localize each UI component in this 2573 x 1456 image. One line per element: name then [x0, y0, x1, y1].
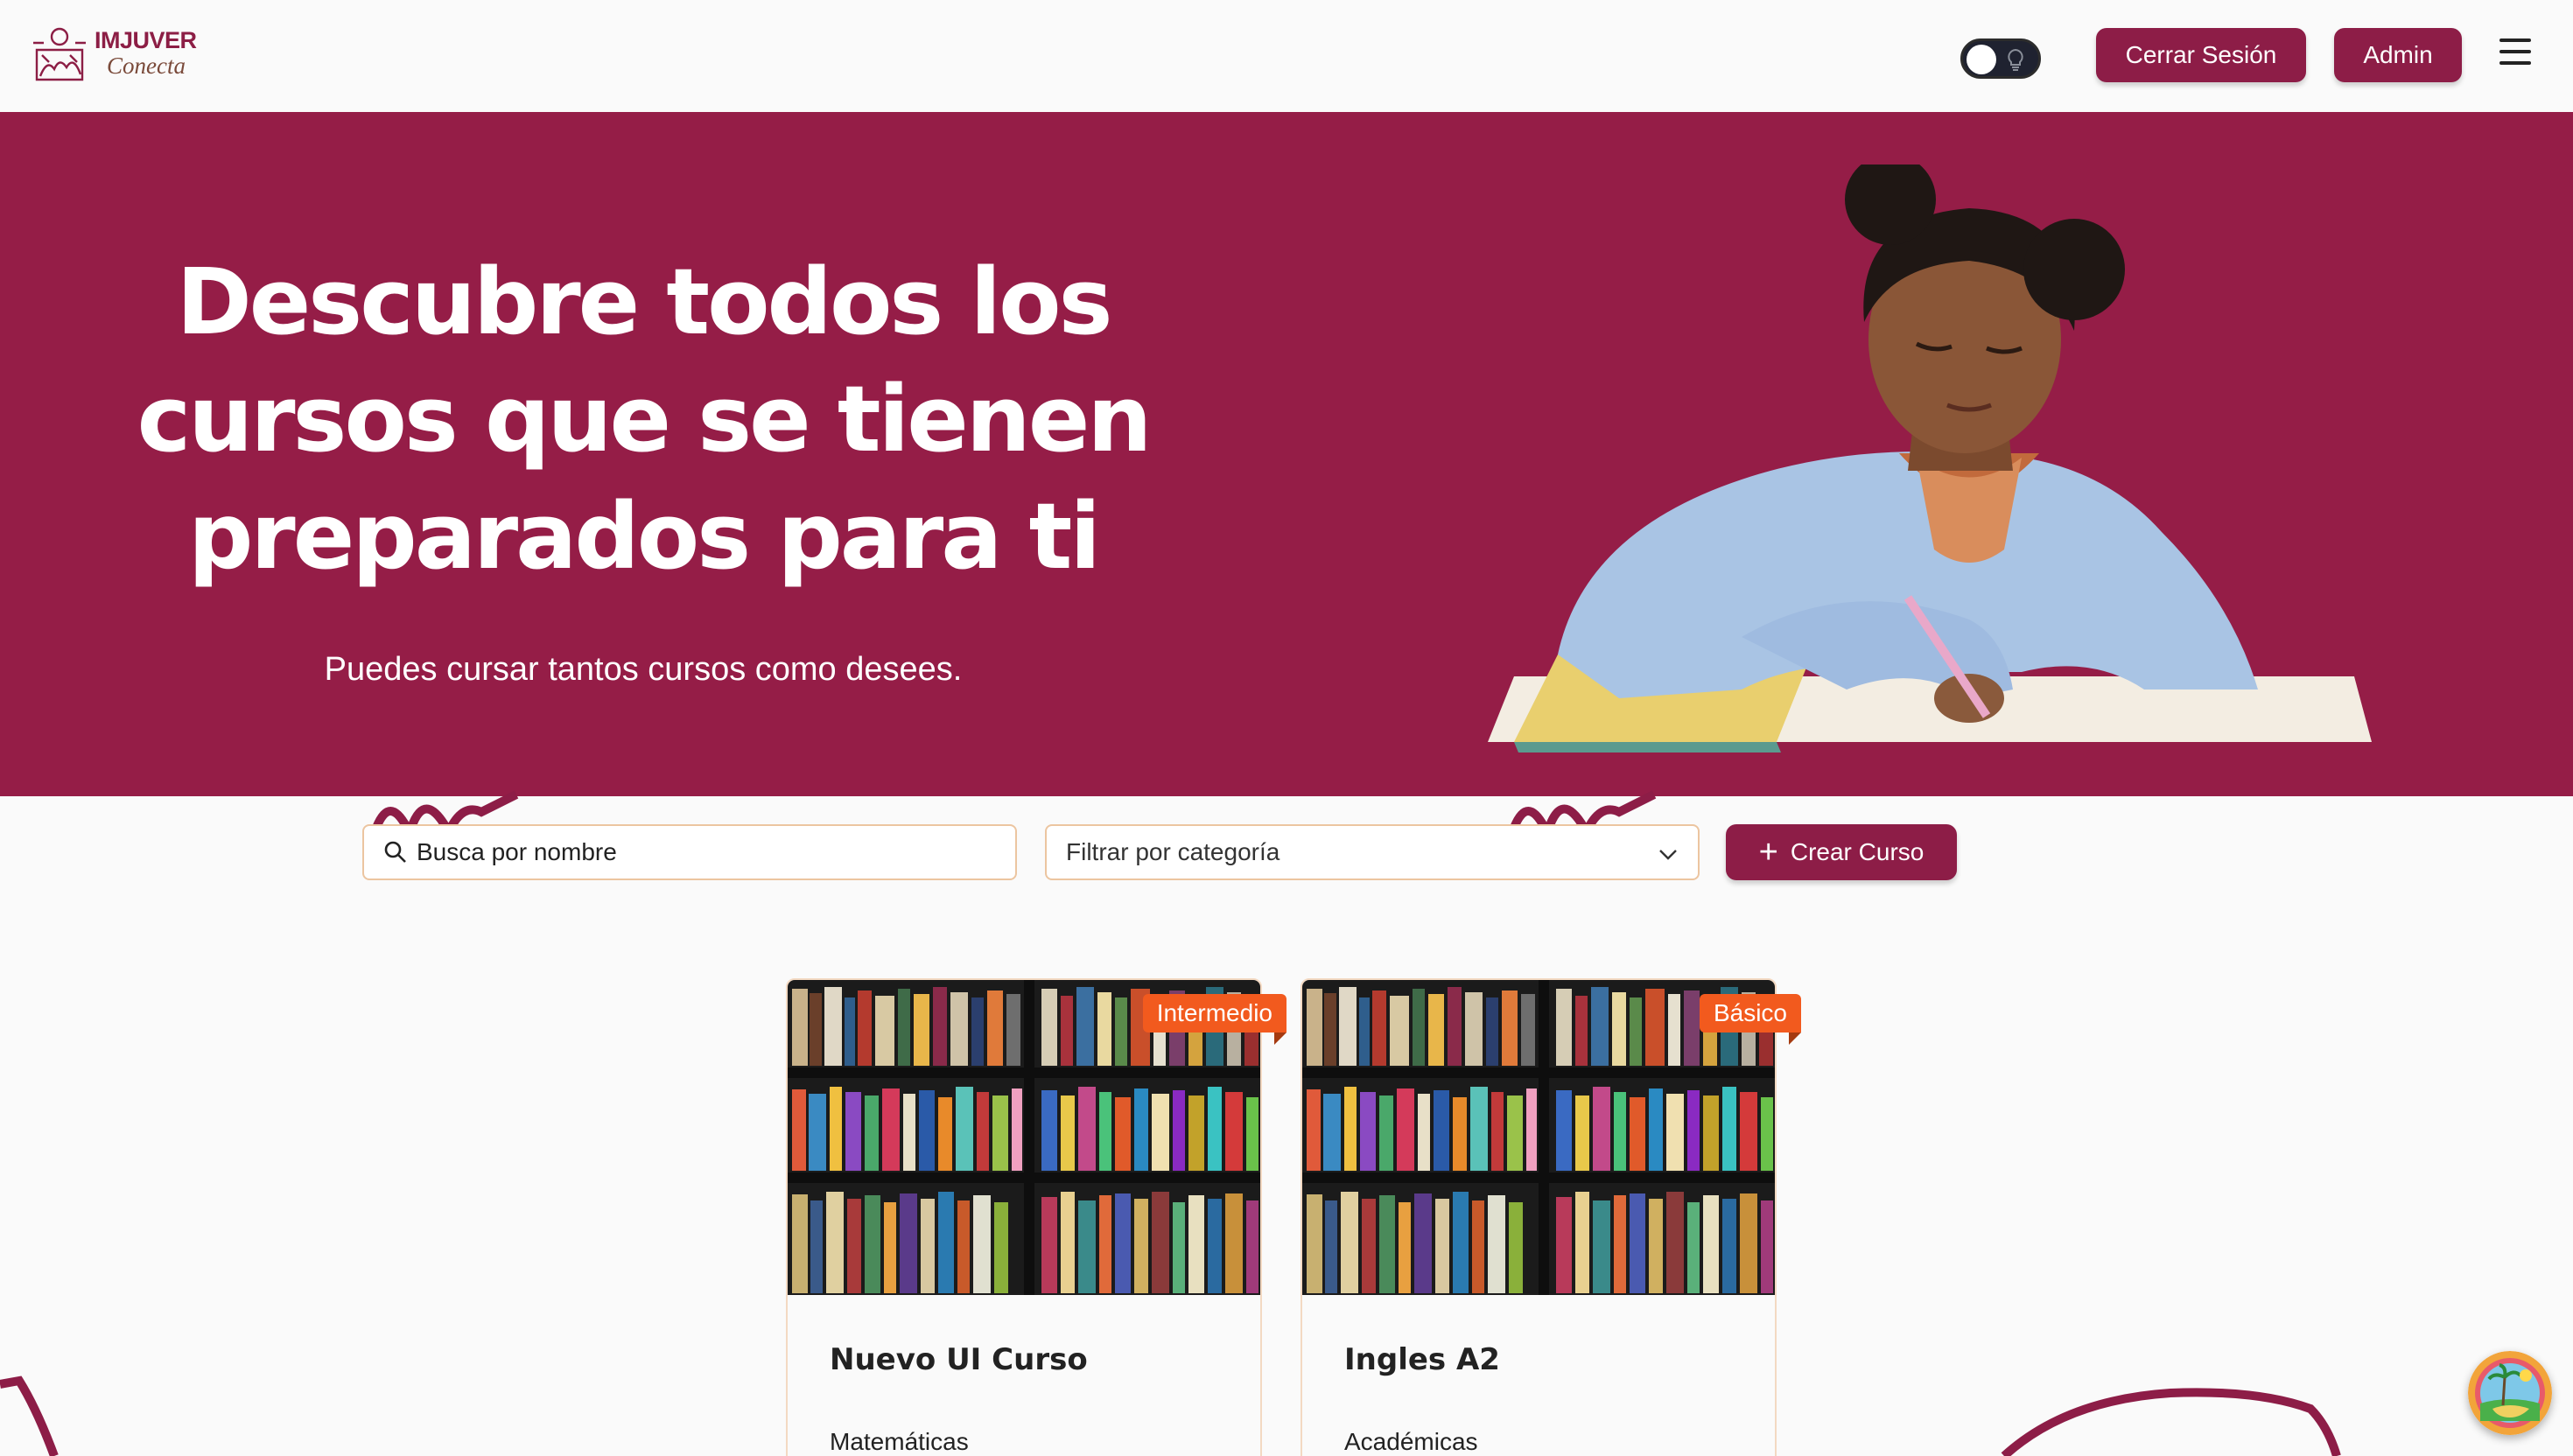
decorative-curve	[0, 1376, 59, 1456]
search-icon	[384, 841, 406, 863]
logout-button[interactable]: Cerrar Sesión	[2096, 28, 2306, 82]
student-illustration	[1488, 164, 2372, 752]
course-card[interactable]: Intermedio Nuevo UI Curso Matemáticas	[786, 978, 1287, 1456]
course-title[interactable]: Ingles A2	[1344, 1342, 1500, 1377]
course-category: Académicas	[1344, 1428, 1478, 1455]
brand-tagline: Conecta	[107, 52, 186, 79]
course-card[interactable]: Básico Ingles A2 Académicas	[1301, 978, 1802, 1456]
level-badge: Intermedio	[1142, 994, 1287, 1045]
top-navbar: IMJUVER Conecta Cerrar Sesión Admin	[0, 0, 2573, 112]
toggle-knob	[1967, 45, 1996, 74]
decorative-swirl	[1510, 790, 1657, 830]
hero-title: Descubre todos los cursos que se tienen …	[137, 248, 1153, 590]
chevron-down-icon	[1659, 850, 1677, 860]
hero-banner: Descubre todos los cursos que se tienen …	[0, 112, 2573, 796]
lightbulb-icon	[2008, 48, 2023, 71]
decorative-swirl	[372, 790, 519, 830]
brand-name: IMJUVER	[95, 27, 197, 53]
course-category: Matemáticas	[830, 1428, 969, 1455]
create-course-button[interactable]: + Crear Curso	[1726, 824, 1957, 880]
create-course-label: Crear Curso	[1790, 838, 1924, 865]
hamburger-menu-icon[interactable]	[2499, 38, 2531, 66]
category-filter-select[interactable]: Filtrar por categoría	[1045, 824, 1700, 880]
level-badge: Básico	[1699, 994, 1802, 1045]
dark-mode-toggle[interactable]	[1960, 38, 2041, 79]
plus-icon: +	[1758, 834, 1778, 871]
category-filter-label: Filtrar por categoría	[1066, 838, 1280, 865]
brand-logo[interactable]: IMJUVER Conecta	[32, 23, 197, 84]
search-field[interactable]	[362, 824, 1017, 880]
admin-button[interactable]: Admin	[2334, 28, 2462, 82]
course-title[interactable]: Nuevo UI Curso	[830, 1342, 1088, 1377]
decorative-curve	[2001, 1388, 2341, 1456]
search-input[interactable]	[417, 838, 985, 866]
logo-emblem-icon	[33, 27, 86, 81]
floating-assistant-icon[interactable]	[2468, 1351, 2552, 1435]
hero-subtitle: Puedes cursar tantos cursos como desees.	[324, 651, 963, 688]
